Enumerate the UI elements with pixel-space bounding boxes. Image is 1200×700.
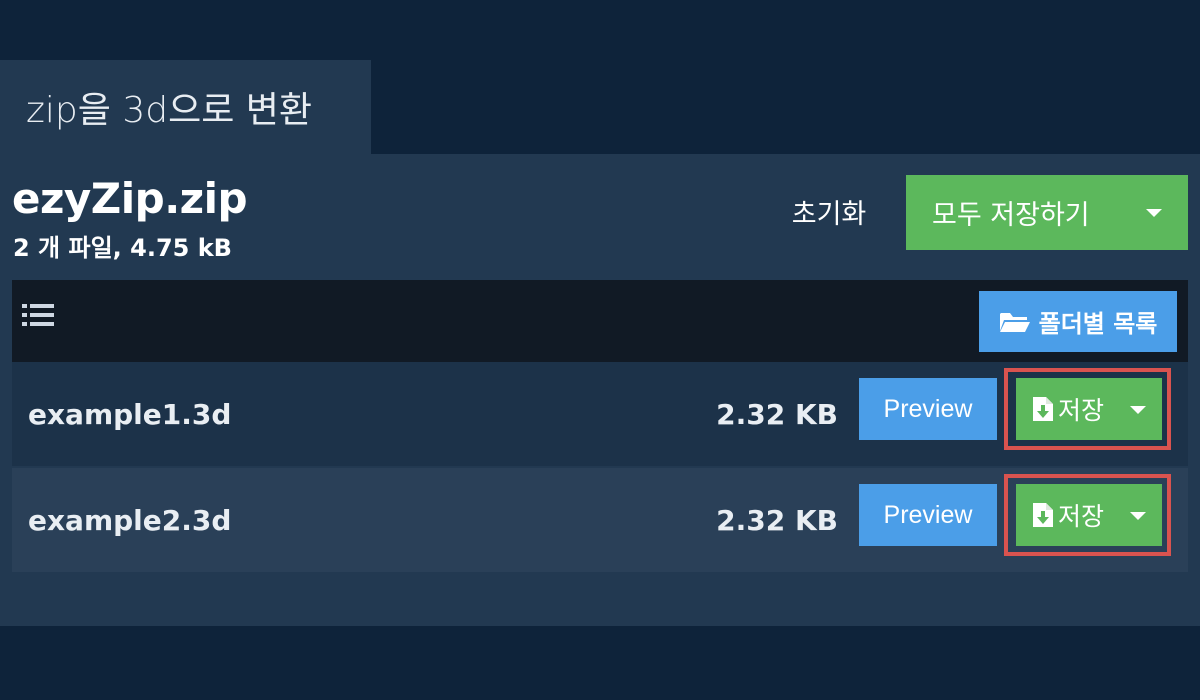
folder-open-icon (999, 312, 1030, 332)
archive-panel: ezyZip.zip 2 개 파일, 4.75 kB 초기화 모두 저장하기 폴… (0, 154, 1200, 626)
reset-button-label: 초기화 (791, 198, 867, 230)
file-download-icon (1033, 397, 1053, 421)
file-name: example1.3d (28, 397, 232, 431)
reset-button[interactable]: 초기화 (770, 174, 888, 248)
preview-button[interactable]: Preview (859, 378, 997, 440)
conversion-tab-title: zip을 3d으로 변환 (26, 90, 312, 131)
folder-view-button[interactable]: 폴더별 목록 (979, 291, 1177, 352)
save-button[interactable]: 저장 (1016, 484, 1162, 546)
conversion-tab[interactable]: zip을 3d으로 변환 (0, 60, 371, 154)
save-all-button[interactable]: 모두 저장하기 (906, 175, 1188, 250)
preview-button[interactable]: Preview (859, 484, 997, 546)
file-download-icon (1033, 503, 1053, 527)
archive-summary: 2 개 파일, 4.75 kB (13, 234, 232, 262)
file-name: example2.3d (28, 503, 232, 537)
caret-down-icon[interactable] (1146, 209, 1162, 217)
caret-down-icon[interactable] (1130, 406, 1146, 414)
list-icon[interactable] (22, 302, 54, 328)
save-button[interactable]: 저장 (1016, 378, 1162, 440)
archive-name: ezyZip.zip (12, 174, 248, 223)
preview-label: Preview (883, 394, 973, 423)
save-label: 저장 (1058, 396, 1105, 425)
folder-view-label: 폴더별 목록 (1038, 310, 1158, 338)
file-row: example1.3d 2.32 KB Preview 저장 (12, 362, 1188, 466)
save-label: 저장 (1058, 502, 1105, 531)
file-size: 2.32 KB (716, 397, 838, 431)
caret-down-icon[interactable] (1130, 512, 1146, 520)
file-size: 2.32 KB (716, 503, 838, 537)
file-row: example2.3d 2.32 KB Preview 저장 (12, 468, 1188, 572)
preview-label: Preview (883, 500, 973, 529)
save-all-label: 모두 저장하기 (932, 200, 1090, 231)
file-list-toolbar: 폴더별 목록 (12, 280, 1188, 362)
